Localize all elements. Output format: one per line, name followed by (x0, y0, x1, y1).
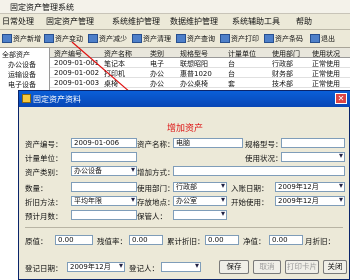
menu-bar: 日常处理 固定资产管理 系统维护管理 数据维护管理 系统辅助工具 帮助 (0, 14, 350, 30)
grid-cell: 2009-01-001 (54, 59, 100, 67)
toolbar-reduce-button[interactable]: 资产减少 (88, 32, 127, 45)
app-title: 固定资产管理系统 (10, 3, 74, 12)
toolbar-change-button[interactable]: 资产变动 (44, 32, 83, 45)
grid-cell: 正常使用 (312, 80, 340, 88)
menu-help[interactable]: 帮助 (296, 16, 312, 27)
toolbar-exit-button[interactable]: 退出 (310, 32, 335, 45)
grid-header: 资产编号 资产名称 类别 规格型号 计量单位 使用部门 使用状况 (50, 48, 350, 58)
depr-select[interactable]: 平均年限 (71, 196, 137, 206)
start-select[interactable]: 2009年12月 (275, 196, 345, 206)
category-label: 资产类别： (25, 168, 63, 177)
residual-label: 残值率： (97, 237, 127, 246)
save-button[interactable]: 保存 (219, 260, 249, 274)
exit-icon (310, 34, 320, 43)
usage-label: 使用状况： (245, 154, 283, 163)
grid-cell: 办公桌椅 (180, 80, 208, 88)
menu-system-maint[interactable]: 系统维护管理 (112, 16, 160, 27)
source-field[interactable] (173, 166, 345, 176)
usage-select[interactable] (281, 152, 345, 162)
register-by-select[interactable] (161, 262, 201, 272)
dialog-title: 固定资产资料 (33, 95, 81, 104)
grid-cell: 技术部 (272, 80, 293, 88)
app-titlebar: 固定资产管理系统 (0, 0, 350, 14)
menu-asset-manage[interactable]: 固定资产管理 (46, 16, 94, 27)
tree-item-all[interactable]: 全部资产 (2, 50, 30, 60)
spec-field[interactable] (281, 138, 345, 148)
dept-select[interactable]: 行政部 (173, 182, 227, 192)
dialog-heading: 增加资产 (167, 124, 204, 134)
storage-select[interactable]: 办公室 (173, 196, 227, 206)
storage-label: 存放地点： (137, 198, 175, 207)
quantity-field[interactable] (71, 182, 137, 192)
change-asset-icon (44, 34, 54, 43)
date-select[interactable]: 2009年12月 (275, 182, 345, 192)
menu-tools[interactable]: 系统辅助工具 (232, 16, 280, 27)
category-select[interactable]: 办公设备 (71, 166, 137, 176)
table-row[interactable]: 2009-01-001 笔记本 电子 联想昭阳 台 行政部 正常使用 (50, 58, 350, 68)
spec-label: 规格型号： (245, 140, 283, 149)
register-by-label: 登记人： (129, 264, 159, 273)
months-field[interactable] (71, 210, 137, 220)
net-label: 净值： (243, 237, 266, 246)
asset-name-label: 资产名称： (137, 140, 175, 149)
menu-daily[interactable]: 日常处理 (2, 16, 34, 27)
depr-label: 折旧方法： (25, 198, 63, 207)
residual-field[interactable]: 0.00 (129, 235, 163, 245)
toolbar-add-button[interactable]: 资产新增 (2, 32, 41, 45)
table-row[interactable]: 2009-01-002 打印机 办公 惠普1020 台 财务部 正常使用 (50, 68, 350, 78)
print-card-button[interactable]: 打印卡片 (285, 260, 319, 274)
quantity-label: 数量： (25, 184, 48, 193)
asset-code-label: 资产编号： (25, 140, 63, 149)
dept-label: 使用部门： (137, 184, 175, 193)
dialog-titlebar: 固定资产资料 ✕ (19, 91, 350, 107)
toolbar-clear-button[interactable]: 资产清理 (132, 32, 171, 45)
accum-field[interactable]: 0.00 (205, 235, 239, 245)
reduce-asset-icon (88, 34, 98, 43)
keeper-label: 保管人： (137, 212, 167, 221)
grid-cell: 办公 (150, 80, 164, 88)
dialog-app-icon (22, 94, 31, 103)
toolbar-print-button[interactable]: 资产打印 (220, 32, 259, 45)
keeper-select[interactable] (173, 210, 227, 220)
query-icon (176, 34, 186, 43)
close-button[interactable]: 关闭 (323, 260, 347, 274)
net-field[interactable]: 0.00 (269, 235, 303, 245)
register-date-label: 登记日期： (25, 264, 63, 273)
date-label: 入账日期： (231, 184, 269, 193)
asset-code-field[interactable]: 2009-01-006 (71, 138, 137, 148)
asset-dialog: 固定资产资料 ✕ 增加资产 资产编号： 2009-01-006 资产名称： 电脑… (18, 90, 350, 280)
toolbar-barcode-button[interactable]: 资产条码 (264, 32, 303, 45)
tree-item[interactable]: 电子设备 (8, 80, 36, 90)
toolbar: 资产新增 资产变动 资产减少 资产清理 资产查询 资产打印 资产条码 退出 (0, 30, 350, 48)
original-label: 原值： (25, 237, 48, 246)
accum-label: 累计折旧： (167, 237, 205, 246)
print-icon (220, 34, 230, 43)
table-row[interactable]: 2009-01-003 桌椅 办公 办公桌椅 套 技术部 正常使用 (50, 78, 350, 88)
grid-cell: 2009-01-002 (54, 69, 100, 77)
grid-cell: 2009-01-003 (54, 79, 100, 87)
unit-label: 计量单位： (25, 154, 63, 163)
toolbar-query-button[interactable]: 资产查询 (176, 32, 215, 45)
unit-field[interactable] (71, 152, 137, 162)
barcode-icon (264, 34, 274, 43)
start-label: 开始使用： (231, 198, 269, 207)
original-field[interactable]: 0.00 (55, 235, 93, 245)
monthly-label: 月折旧： (305, 237, 335, 246)
menu-data-maint[interactable]: 数据维护管理 (170, 16, 218, 27)
clear-asset-icon (132, 34, 142, 43)
source-label: 增加方式： (137, 168, 175, 177)
close-icon[interactable]: ✕ (335, 93, 347, 104)
tree-item[interactable]: 运输设备 (8, 70, 36, 80)
asset-name-field[interactable]: 电脑 (173, 138, 243, 148)
grid-cell: 桌椅 (104, 80, 118, 88)
months-label: 预计月数： (25, 212, 63, 221)
dialog-separator (25, 227, 343, 228)
register-date-select[interactable]: 2009年12月 (67, 262, 125, 272)
grid-cell: 套 (228, 80, 235, 88)
tree-item[interactable]: 办公设备 (8, 60, 36, 70)
cancel-button[interactable]: 取消 (253, 260, 281, 274)
add-asset-icon (2, 34, 12, 43)
